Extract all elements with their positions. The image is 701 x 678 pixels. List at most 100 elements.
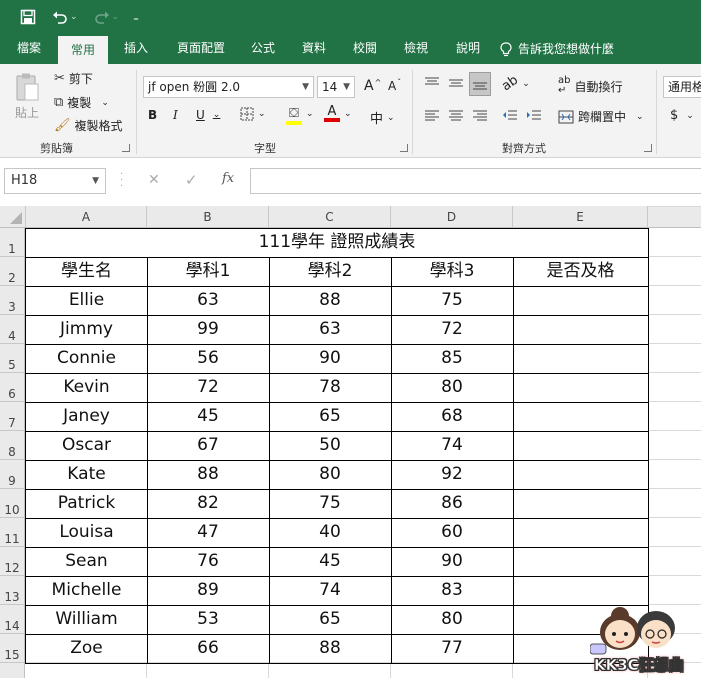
- score-cell[interactable]: 99: [147, 315, 269, 344]
- score-cell[interactable]: 74: [391, 431, 513, 460]
- student-name-cell[interactable]: Jimmy: [26, 315, 147, 344]
- cut-button[interactable]: ✂ 剪下: [54, 70, 93, 87]
- score-cell[interactable]: 74: [269, 576, 391, 605]
- score-cell[interactable]: 66: [147, 634, 269, 663]
- decrease-indent-button[interactable]: [502, 109, 518, 121]
- student-name-cell[interactable]: Kevin: [26, 373, 147, 402]
- tab-page-layout[interactable]: 頁面配置: [164, 34, 238, 64]
- header-cell[interactable]: 學科3: [391, 257, 513, 286]
- score-cell[interactable]: 45: [147, 402, 269, 431]
- pass-status-cell[interactable]: [513, 489, 648, 518]
- score-cell[interactable]: 47: [147, 518, 269, 547]
- grow-font-button[interactable]: A ^: [364, 78, 381, 95]
- student-name-cell[interactable]: Louisa: [26, 518, 147, 547]
- student-name-cell[interactable]: Michelle: [26, 576, 147, 605]
- row-header-15[interactable]: 15: [0, 634, 25, 663]
- shrink-font-button[interactable]: Aˇ: [388, 78, 401, 94]
- name-box[interactable]: H18 ▼: [4, 168, 106, 194]
- score-cell[interactable]: 85: [391, 344, 513, 373]
- row-header-2[interactable]: 2: [0, 257, 25, 286]
- pass-status-cell[interactable]: [513, 286, 648, 315]
- copy-button[interactable]: ⧉ 複製 ⌄: [54, 94, 109, 111]
- fill-color-dropdown[interactable]: ⌄: [306, 109, 314, 119]
- student-name-cell[interactable]: Oscar: [26, 431, 147, 460]
- sheet-title-cell[interactable]: 111學年 證照成績表: [26, 228, 648, 257]
- tab-view[interactable]: 檢視: [390, 34, 442, 64]
- tab-help[interactable]: 說明: [442, 34, 494, 64]
- score-cell[interactable]: 88: [269, 286, 391, 315]
- column-header-d[interactable]: D: [391, 206, 513, 228]
- score-cell[interactable]: 40: [269, 518, 391, 547]
- pass-status-cell[interactable]: [513, 431, 648, 460]
- score-cell[interactable]: 68: [391, 402, 513, 431]
- score-cell[interactable]: 80: [269, 460, 391, 489]
- clipboard-launcher[interactable]: [122, 144, 130, 152]
- tab-formulas[interactable]: 公式: [238, 34, 288, 64]
- row-header-10[interactable]: 10: [0, 489, 25, 518]
- score-cell[interactable]: 78: [269, 373, 391, 402]
- score-cell[interactable]: 90: [269, 344, 391, 373]
- score-cell[interactable]: 92: [391, 460, 513, 489]
- wrap-text-button[interactable]: ab ↵ 自動換行: [558, 76, 623, 96]
- row-header-16[interactable]: [0, 663, 25, 678]
- fill-color-button[interactable]: ⛋: [286, 106, 302, 125]
- chevron-down-icon[interactable]: ⌄: [112, 12, 120, 22]
- align-top-button[interactable]: [424, 76, 440, 90]
- score-cell[interactable]: 88: [269, 634, 391, 663]
- score-cell[interactable]: 82: [147, 489, 269, 518]
- score-cell[interactable]: 65: [269, 402, 391, 431]
- pass-status-cell[interactable]: [513, 402, 648, 431]
- row-header-11[interactable]: 11: [0, 518, 25, 547]
- score-cell[interactable]: 56: [147, 344, 269, 373]
- font-color-dropdown[interactable]: ⌄: [344, 109, 352, 119]
- header-cell[interactable]: 學科2: [269, 257, 391, 286]
- tab-insert[interactable]: 插入: [108, 34, 164, 64]
- increase-indent-button[interactable]: [526, 109, 542, 121]
- format-painter-button[interactable]: 🖌 複製格式: [54, 117, 123, 134]
- save-icon[interactable]: [20, 9, 36, 25]
- score-cell[interactable]: 80: [391, 605, 513, 634]
- number-format-select[interactable]: 通用格: [663, 76, 701, 98]
- score-cell[interactable]: 45: [269, 547, 391, 576]
- score-cell[interactable]: 72: [147, 373, 269, 402]
- font-name-select[interactable]: jf open 粉圓 2.0 ▼: [143, 76, 314, 98]
- student-name-cell[interactable]: Patrick: [26, 489, 147, 518]
- header-cell[interactable]: 學科1: [147, 257, 269, 286]
- alignment-launcher[interactable]: [644, 144, 652, 152]
- chevron-down-icon[interactable]: ⌄: [70, 12, 78, 22]
- merge-center-button[interactable]: 跨欄置中 ⌄: [558, 108, 644, 125]
- row-header-9[interactable]: 9: [0, 460, 25, 489]
- paste-button[interactable]: 貼上: [14, 72, 40, 121]
- customize-icon[interactable]: ₌: [133, 11, 139, 24]
- student-name-cell[interactable]: Janey: [26, 402, 147, 431]
- row-header-14[interactable]: 14: [0, 605, 25, 634]
- align-middle-button[interactable]: [448, 76, 464, 90]
- italic-button[interactable]: I: [173, 108, 178, 122]
- pass-status-cell[interactable]: [513, 460, 648, 489]
- score-cell[interactable]: 75: [391, 286, 513, 315]
- column-header-c[interactable]: C: [269, 206, 391, 228]
- score-cell[interactable]: 60: [391, 518, 513, 547]
- row-header-13[interactable]: 13: [0, 576, 25, 605]
- formula-input[interactable]: [250, 168, 701, 194]
- pass-status-cell[interactable]: [513, 547, 648, 576]
- redo-icon[interactable]: [94, 9, 110, 25]
- score-cell[interactable]: 63: [269, 315, 391, 344]
- row-header-4[interactable]: 4: [0, 315, 25, 344]
- tab-home[interactable]: 常用: [58, 36, 108, 64]
- student-name-cell[interactable]: William: [26, 605, 147, 634]
- currency-format-button[interactable]: $ ⌄: [670, 108, 694, 123]
- score-cell[interactable]: 83: [391, 576, 513, 605]
- student-name-cell[interactable]: Sean: [26, 547, 147, 576]
- score-cell[interactable]: 75: [269, 489, 391, 518]
- score-cell[interactable]: 53: [147, 605, 269, 634]
- pass-status-cell[interactable]: [513, 373, 648, 402]
- header-cell[interactable]: 學生名: [26, 257, 147, 286]
- tab-review[interactable]: 校閱: [340, 34, 390, 64]
- score-cell[interactable]: 76: [147, 547, 269, 576]
- enter-icon[interactable]: ✓: [185, 171, 198, 189]
- column-header-e[interactable]: E: [513, 206, 648, 228]
- header-cell[interactable]: 是否及格: [513, 257, 648, 286]
- student-name-cell[interactable]: Zoe: [26, 634, 147, 663]
- column-header-b[interactable]: B: [147, 206, 269, 228]
